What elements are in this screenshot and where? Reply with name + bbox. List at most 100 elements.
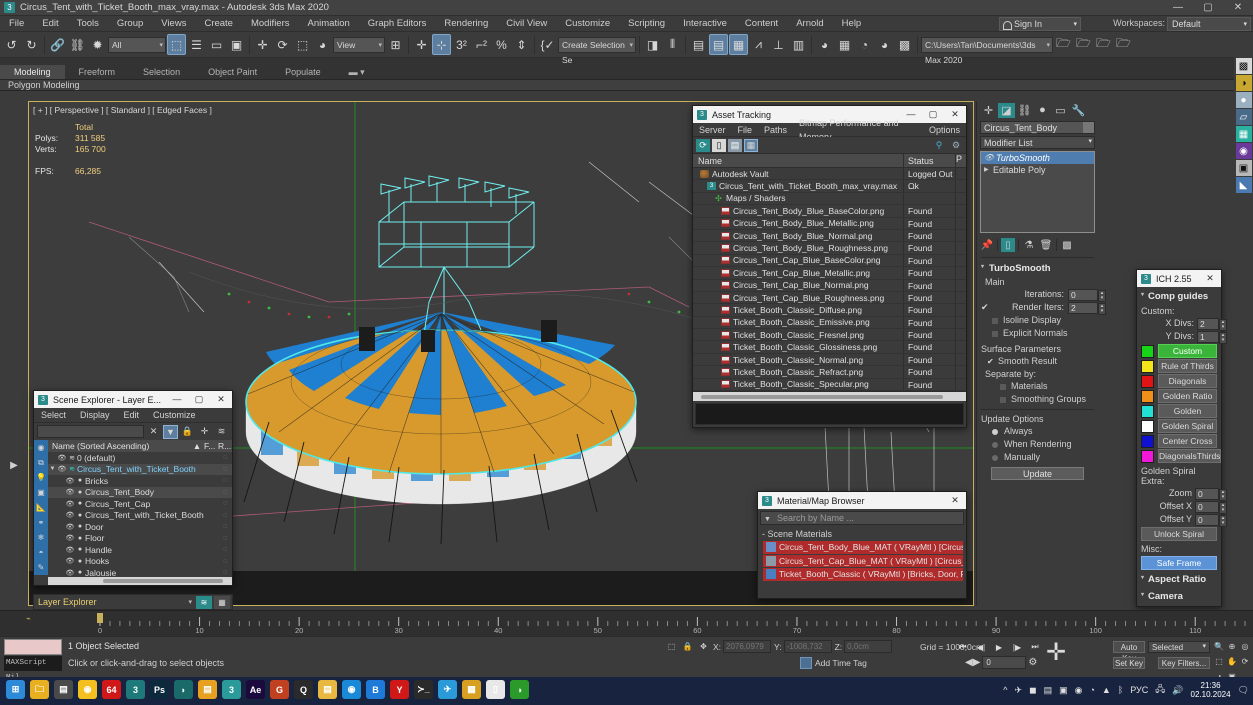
show-end-result-icon[interactable]: ▯ xyxy=(1001,238,1015,252)
go-to-start-icon[interactable]: ⏮ xyxy=(955,640,971,654)
spinner-arrows-icon[interactable]: ▴ ▾ xyxy=(1219,318,1227,331)
explicit-normals-checkbox[interactable]: Explicit Normals xyxy=(977,327,1098,340)
scene-materials-group[interactable]: - Scene Materials xyxy=(758,527,966,541)
freeze-tool-icon[interactable]: ❄ xyxy=(34,530,48,545)
sphere-icon[interactable]: ● xyxy=(1235,92,1252,108)
render-production-icon[interactable]: ◔ xyxy=(855,34,874,55)
x-coordinate-field[interactable]: X: 2076,0979 xyxy=(713,640,772,653)
update-always-radio[interactable]: Always xyxy=(977,425,1098,438)
z-coordinate-field[interactable]: Z: 0,0cm xyxy=(835,640,893,653)
layers-icon[interactable]: ≋ xyxy=(214,425,229,439)
at-menu-paths[interactable]: Paths xyxy=(758,123,793,137)
scene-explorer-row[interactable]: 👁 ● Circus_Tent_Body ◌ xyxy=(48,486,232,498)
scene-explorer-row[interactable]: 👁 ● Hooks ◌ xyxy=(48,556,232,568)
modifier-stack[interactable]: 👁 TurboSmooth ▶ Editable Poly xyxy=(980,151,1095,233)
material-row[interactable]: Ticket_Booth_Classic ( VRayMtl ) [Bricks… xyxy=(763,568,963,581)
display-tool-icon[interactable]: ▣ xyxy=(34,485,48,500)
close-button[interactable]: ✕ xyxy=(1199,270,1221,287)
visibility-eye-icon[interactable]: 👁 xyxy=(65,546,75,554)
spinner-arrows-icon[interactable]: ▴ ▾ xyxy=(1219,488,1227,501)
mirror-icon[interactable]: ◨ xyxy=(643,34,662,55)
close-button[interactable]: ✕ xyxy=(210,391,232,408)
next-frame-icon[interactable]: |▶ xyxy=(1009,640,1025,654)
asset-row[interactable]: Ticket_Booth_Classic_Emissive.png Found xyxy=(693,316,966,330)
visibility-eye-icon[interactable]: 👁 xyxy=(57,454,67,462)
menu-item-scripting[interactable]: Scripting xyxy=(619,16,674,32)
scene-explorer-row[interactable]: 👁 ● Circus_Tent_with_Ticket_Booth ◌ xyxy=(48,510,232,522)
tray-image-tray[interactable]: ▣ xyxy=(1059,685,1068,696)
zoom-all-icon[interactable]: ⊕ xyxy=(1226,639,1238,653)
asset-row[interactable]: Circus_Tent_Cap_Blue_BaseColor.png Found xyxy=(693,254,966,268)
offset-y-spinner[interactable]: 0 ▴ ▾ xyxy=(1195,513,1227,527)
tray-display-tray[interactable]: ▤ xyxy=(1044,685,1053,696)
taskbar-3dsmax-app[interactable]: 3 xyxy=(126,680,145,699)
visibility-eye-icon[interactable]: 👁 xyxy=(57,465,67,473)
render-iters-spinner[interactable]: 2 ▴ ▾ xyxy=(1068,301,1106,315)
chevron-down-icon[interactable]: ▾ xyxy=(188,598,196,606)
frozen-column-cell[interactable]: ◌ xyxy=(218,535,232,542)
at-column-1[interactable]: Status xyxy=(904,154,956,167)
taskbar-clock[interactable]: 21:36 02.10.2024 xyxy=(1191,681,1231,699)
update-when-rendering-radio[interactable]: When Rendering xyxy=(977,438,1098,451)
zoom-extents-icon[interactable]: ◎ xyxy=(1239,639,1251,653)
taskbar-photoshop-app[interactable]: Ps xyxy=(150,680,169,699)
scene-explorer-row[interactable]: 👁 ● Circus_Tent_Cap ◌ xyxy=(48,498,232,510)
manage-layers-icon[interactable]: ▦ xyxy=(729,34,748,55)
modifier-visibility-icon[interactable]: 👁 xyxy=(984,152,996,164)
at-column-2[interactable]: P xyxy=(956,154,966,167)
scene-explorer-row[interactable]: 👁 ● Floor ◌ xyxy=(48,533,232,545)
checker-map-icon[interactable]: ▩ xyxy=(1235,58,1252,74)
utilities-tab-icon[interactable]: 🔧 xyxy=(1070,103,1087,118)
timeline-track-bar[interactable]: ⌁ 0 10 20 30 40 50 60 70 80 90 100 110 xyxy=(0,610,1253,636)
asset-row[interactable]: Ticket_Booth_Classic_Diffuse.png Found xyxy=(693,304,966,317)
scene-explorer-tree[interactable]: Name (Sorted Ascending) ▲ F... R... 👁 ≋ 0 … xyxy=(48,440,232,579)
taskbar-blue-app[interactable]: B xyxy=(366,680,385,699)
se-menu-edit[interactable]: Edit xyxy=(117,408,147,423)
column-frozen[interactable]: F... xyxy=(204,441,218,451)
menu-item-animation[interactable]: Animation xyxy=(299,16,359,32)
asset-row[interactable]: Ticket_Booth_Classic_Fresnel.png Found xyxy=(693,329,966,342)
taskbar-document-app[interactable]: ▯ xyxy=(486,680,505,699)
select-rotate-icon[interactable]: ⟳ xyxy=(273,34,292,55)
turbosmooth-rollout-header[interactable]: TurboSmooth xyxy=(979,261,1096,276)
asset-row[interactable]: Circus_Tent_Cap_Blue_Metallic.png Found xyxy=(693,267,966,280)
se-menu-select[interactable]: Select xyxy=(34,408,73,423)
visibility-eye-icon[interactable]: 👁 xyxy=(65,534,75,542)
guide-color-swatch[interactable] xyxy=(1141,419,1154,433)
at-menu-server[interactable]: Server xyxy=(693,123,732,137)
material-map-browser-dialog[interactable]: 3 Material/Map Browser ✕ ▼ Search by Nam… xyxy=(757,491,967,599)
material-list[interactable]: Circus_Tent_Body_Blue_MAT ( VRayMtl ) [C… xyxy=(758,541,966,581)
frozen-column-cell[interactable]: ◌ xyxy=(218,512,232,519)
menu-item-graph-editors[interactable]: Graph Editors xyxy=(359,16,436,32)
taskbar-file-explorer[interactable]: 🗀 xyxy=(30,680,49,699)
select-scale-icon[interactable]: ⬚ xyxy=(293,34,312,55)
zoom-spinner[interactable]: 0 ▴ ▾ xyxy=(1195,487,1227,501)
asset-row[interactable]: Circus_Tent_Body_Blue_Metallic.png Found xyxy=(693,217,966,230)
object-name-field[interactable]: Circus_Tent_Body xyxy=(980,121,1095,134)
animate-mode-icon[interactable]: ✛ xyxy=(1043,641,1069,667)
table-view-icon[interactable]: ▦ xyxy=(744,138,758,152)
asset-tracking-hscrollbar[interactable] xyxy=(693,391,966,402)
taskbar-64gram-app[interactable]: 64 xyxy=(102,680,121,699)
time-slider-handle[interactable] xyxy=(97,613,103,623)
menu-item-create[interactable]: Create xyxy=(195,16,242,32)
aspect-ratio-header[interactable]: Aspect Ratio xyxy=(1139,572,1219,587)
frozen-column-cell[interactable]: ◌ xyxy=(218,454,232,461)
spinner-arrows-icon[interactable]: ▴ ▾ xyxy=(1098,289,1106,302)
tray-green-tray[interactable]: ◉ xyxy=(1075,685,1083,696)
isoline-display-checkbox[interactable]: Isoline Display xyxy=(977,314,1098,327)
reference-coord-select[interactable]: View ▾ xyxy=(333,36,385,53)
visibility-eye-icon[interactable]: 👁 xyxy=(65,488,75,496)
remove-modifier-icon[interactable]: 🗑 xyxy=(1039,238,1053,252)
guide-color-swatch[interactable] xyxy=(1141,344,1154,358)
taskbar-gimp-app[interactable]: G xyxy=(270,680,289,699)
guide-color-swatch[interactable] xyxy=(1141,374,1154,388)
render-preview-icon[interactable]: ▩ xyxy=(895,34,914,55)
modify-tab-icon[interactable]: ◪ xyxy=(998,102,1015,118)
column-render[interactable]: R... xyxy=(218,441,232,451)
material-row[interactable]: Circus_Tent_Cap_Blue_MAT ( VRayMtl ) [Ci… xyxy=(763,554,963,567)
menu-item-interactive[interactable]: Interactive xyxy=(674,16,736,32)
lock-icon[interactable]: 🔒 xyxy=(681,640,694,653)
pin-stack-icon[interactable]: 📌 xyxy=(980,238,994,252)
play-animation-icon[interactable]: ▶ xyxy=(991,640,1007,654)
